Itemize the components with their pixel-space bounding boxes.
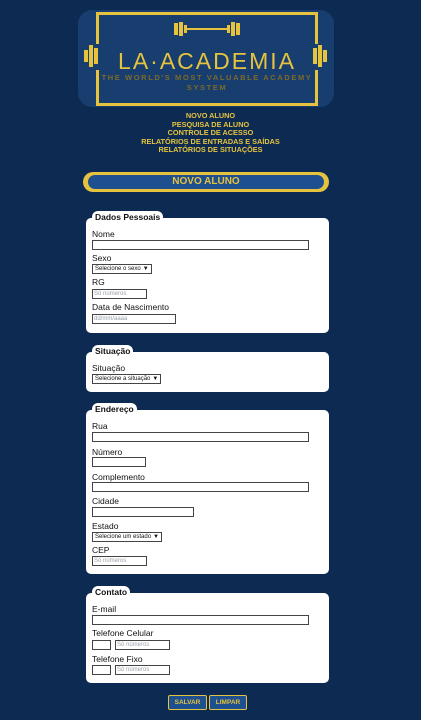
cidade-field[interactable] xyxy=(92,507,194,517)
clear-button[interactable]: LIMPAR xyxy=(209,695,247,710)
section-legend: Contato xyxy=(92,586,131,599)
numero-label: Número xyxy=(92,447,123,457)
estado-select[interactable]: Selecione um estado ▼ xyxy=(92,532,162,542)
numero-field[interactable] xyxy=(92,457,146,467)
logo-left-plates-icon xyxy=(84,45,100,75)
cidade-label: Cidade xyxy=(92,496,119,506)
chevron-down-icon: ▼ xyxy=(142,266,149,272)
estado-select-value: Selecione um estado xyxy=(95,534,152,540)
section-legend: Dados Pessoais xyxy=(92,211,164,224)
menu-item-relatorios-situacoes[interactable]: RELATÓRIOS DE SITUAÇÕES xyxy=(0,146,421,155)
email-label: E-mail xyxy=(92,604,117,614)
complemento-field[interactable] xyxy=(92,482,309,492)
celular-ddd-field[interactable] xyxy=(92,640,111,650)
nascimento-label: Data de Nascimento xyxy=(92,302,170,312)
situacao-section: Situação Situação Selecione a situação ▼ xyxy=(86,345,329,392)
nome-field[interactable] xyxy=(92,240,309,250)
sexo-select[interactable]: Selecione o sexo ▼ xyxy=(92,264,152,274)
situacao-select[interactable]: Selecione a situação ▼ xyxy=(92,374,162,384)
logo-tagline-2: SYSTEM xyxy=(186,83,228,92)
fixo-ddd-field[interactable] xyxy=(92,665,111,675)
fixo-field[interactable]: Só números xyxy=(115,665,170,675)
save-button[interactable]: SALVAR xyxy=(168,695,207,710)
situacao-label: Situação xyxy=(92,363,126,373)
situacao-select-value: Selecione a situação xyxy=(95,376,151,382)
rua-field[interactable] xyxy=(92,432,309,442)
logo-frame-bottom xyxy=(96,103,318,106)
section-legend: Endereço xyxy=(92,403,137,416)
celular-field[interactable]: Só números xyxy=(115,640,170,650)
chevron-down-icon: ▼ xyxy=(153,534,159,540)
main-menu: NOVO ALUNO PESQUISA DE ALUNO CONTROLE DE… xyxy=(0,111,421,155)
contato-section: Contato E-mail Telefone Celular Só númer… xyxy=(86,586,329,683)
nascimento-field[interactable]: dd/mm/aaaa xyxy=(92,314,176,324)
cep-field[interactable]: Só números xyxy=(92,556,147,566)
logo-right-plates-icon xyxy=(312,45,328,75)
endereco-section: Endereço Rua Número Complemento Cidade E… xyxy=(86,403,329,574)
rg-label: RG xyxy=(92,277,105,287)
dumbbell-icon xyxy=(174,22,240,36)
logo-frame-right-upper xyxy=(315,12,318,44)
logo-frame-left-upper xyxy=(96,12,99,44)
dados-pessoais-section: Dados Pessoais Nome Sexo Selecione o sex… xyxy=(86,211,329,333)
section-legend: Situação xyxy=(92,345,134,358)
complemento-label: Complemento xyxy=(92,472,145,482)
fixo-label: Telefone Fixo xyxy=(92,654,143,664)
page-title-banner: NOVO ALUNO xyxy=(83,172,329,192)
logo-title: LA·ACADEMIA xyxy=(118,48,296,74)
cep-label: CEP xyxy=(92,545,110,555)
sexo-select-value: Selecione o sexo xyxy=(95,266,141,272)
nome-label: Nome xyxy=(92,229,115,239)
chevron-down-icon: ▼ xyxy=(152,376,159,382)
logo-tagline: THE WORLD'S MOST VALUABLE ACADEMY xyxy=(101,73,313,82)
rua-label: Rua xyxy=(92,421,108,431)
logo-frame-top xyxy=(96,12,318,15)
email-field[interactable] xyxy=(92,615,309,625)
sexo-label: Sexo xyxy=(92,253,112,263)
page-title: NOVO ALUNO xyxy=(88,175,324,189)
estado-label: Estado xyxy=(92,521,119,531)
rg-field[interactable]: Só números xyxy=(92,289,147,299)
academy-logo: LA·ACADEMIA THE WORLD'S MOST VALUABLE AC… xyxy=(78,10,334,107)
celular-label: Telefone Celular xyxy=(92,628,154,638)
